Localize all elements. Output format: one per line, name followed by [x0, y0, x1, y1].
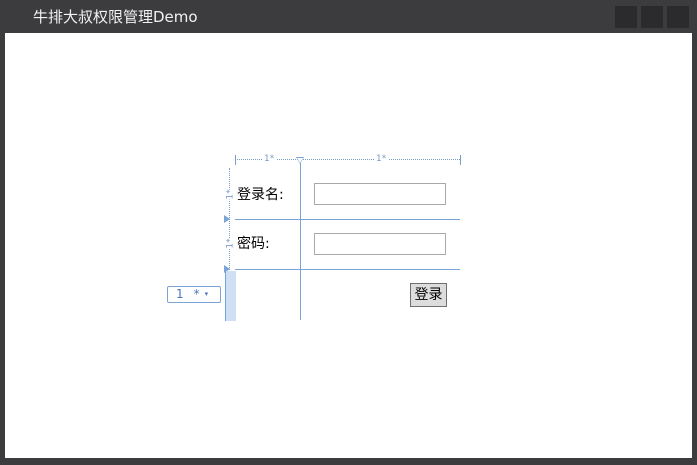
chevron-down-icon[interactable]: ▾	[205, 286, 209, 303]
column-ruler-end-tick	[460, 155, 461, 165]
password-label: 密码:	[237, 236, 270, 252]
column-divider	[300, 163, 301, 320]
row-size-label-2[interactable]: 1*	[226, 238, 236, 249]
window-title: 牛排大叔权限管理Demo	[33, 8, 198, 26]
row-size-unit: *	[193, 287, 200, 301]
column-ruler-start-tick	[235, 155, 236, 165]
title-bar[interactable]: 牛排大叔权限管理Demo	[0, 0, 697, 33]
column-size-label-1[interactable]: 1*	[262, 154, 277, 164]
row-splitter-marker-icon-1[interactable]	[224, 215, 230, 223]
window-bottom-border	[0, 458, 697, 465]
password-input[interactable]	[314, 233, 446, 255]
username-input[interactable]	[314, 183, 446, 205]
selected-row-highlight	[225, 271, 236, 321]
row-size-label-1[interactable]: 1*	[226, 189, 236, 200]
username-label: 登录名:	[237, 187, 284, 203]
close-button[interactable]	[667, 6, 689, 28]
row-divider-1	[235, 219, 460, 220]
row-size-selector[interactable]: 1 * ▾	[167, 286, 221, 303]
row-divider-2	[235, 269, 460, 270]
login-button[interactable]: 登录	[410, 283, 447, 307]
row-size-value: 1	[176, 287, 184, 301]
column-size-label-2[interactable]: 1*	[374, 154, 389, 164]
minimize-button[interactable]	[615, 6, 637, 28]
maximize-button[interactable]	[641, 6, 663, 28]
